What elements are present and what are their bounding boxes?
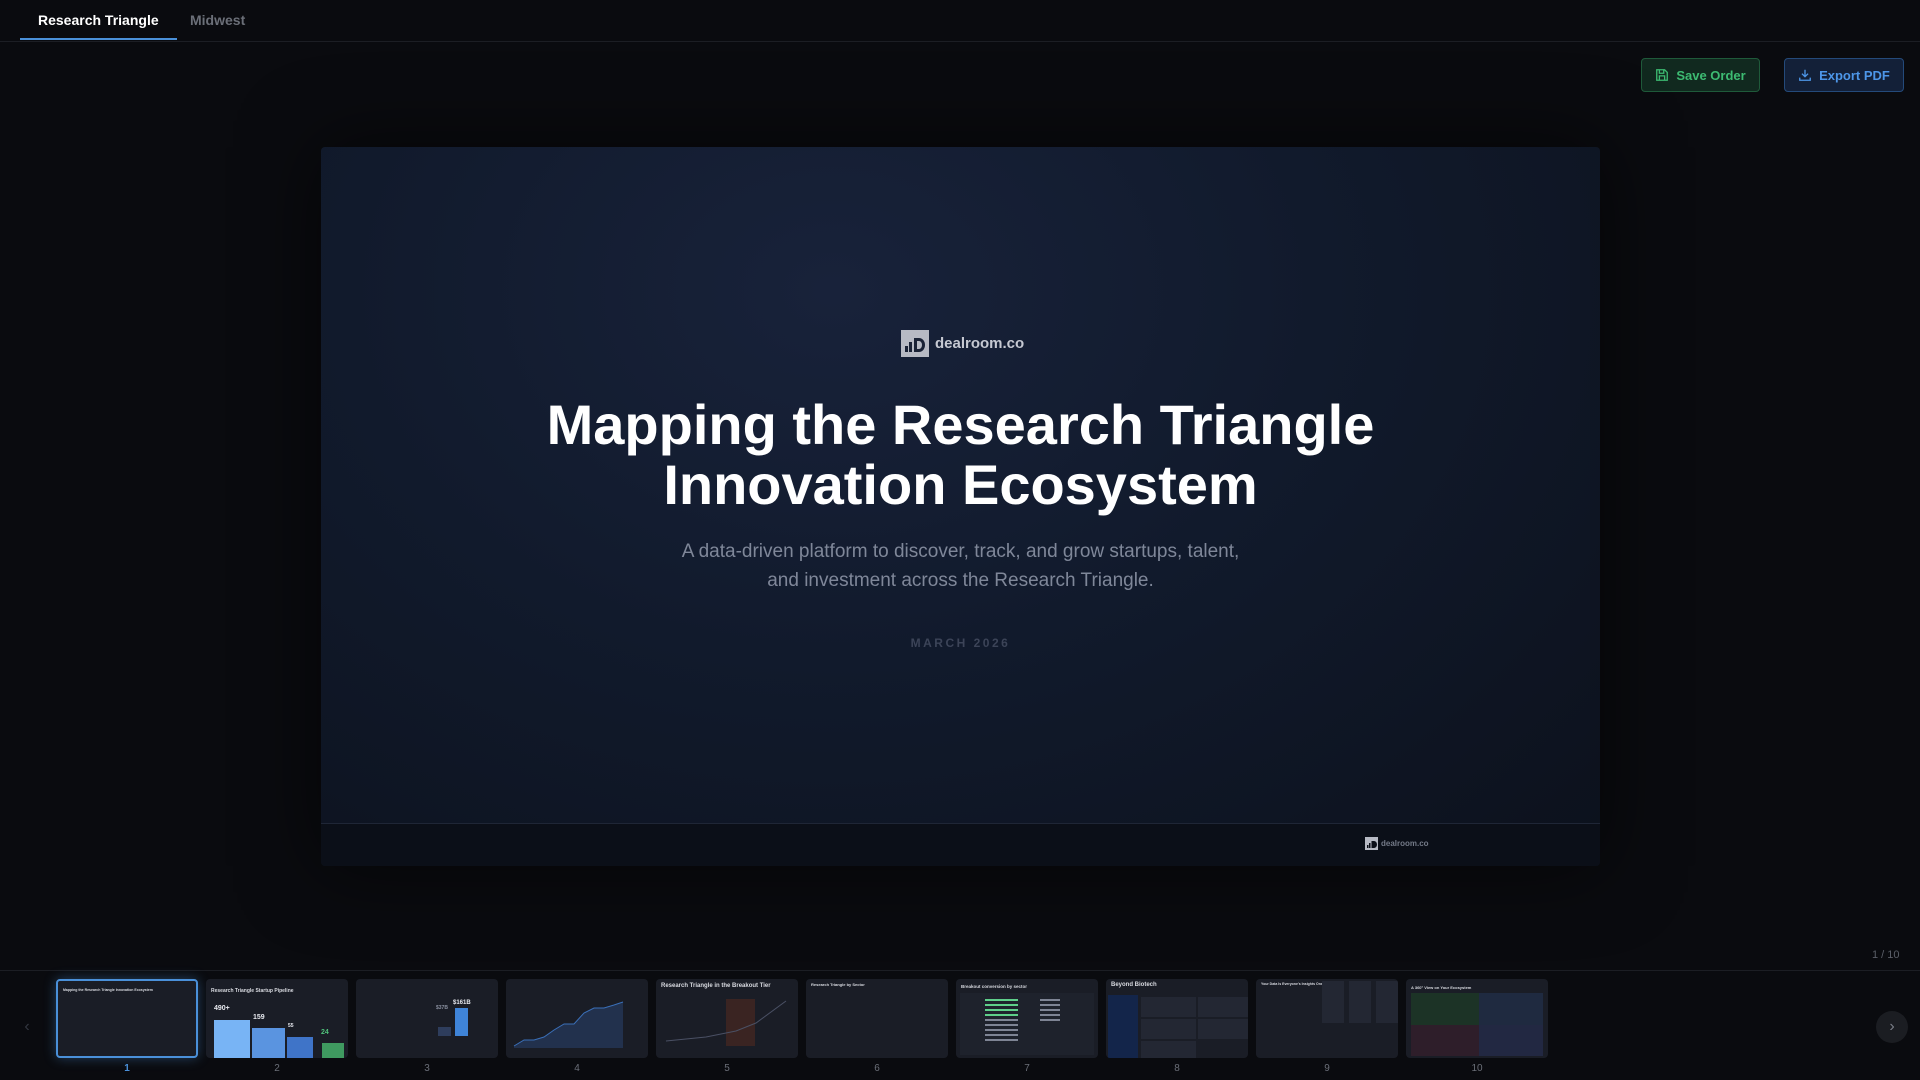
export-pdf-button[interactable]: Export PDF <box>1784 58 1904 92</box>
bar <box>322 1043 344 1058</box>
thumbnail-1[interactable]: Mapping the Research Triangle Innovation… <box>56 979 198 1058</box>
thumbnail-5[interactable]: Research Triangle in the Breakout Tier <box>656 979 798 1058</box>
thumbnail-number: 10 <box>1471 1063 1483 1074</box>
quadrant <box>1411 993 1479 1025</box>
card-grid <box>1141 997 1196 1017</box>
thumbnail-number: 3 <box>424 1063 430 1074</box>
slide-footer: dealroom.co <box>321 823 1600 866</box>
thumbnail-number: 9 <box>1324 1063 1330 1074</box>
slide-preview: dealroom.co Mapping the Research Triangl… <box>321 147 1600 866</box>
tab-bar: Research Triangle Midwest <box>0 0 1920 42</box>
floppy-disk-icon <box>1656 69 1669 81</box>
slide-date: MARCH 2026 <box>910 636 1011 650</box>
thumbnail-10[interactable]: A 360° View on Your Ecosystem <box>1406 979 1548 1058</box>
bar <box>214 1020 250 1058</box>
quadrant <box>1479 993 1543 1025</box>
column-panels <box>1322 981 1344 1023</box>
thumbnail-9[interactable]: Your Data Is Everyone's Insights One <box>1256 979 1398 1058</box>
thumbnail-7[interactable]: Breakout conversion by sector <box>956 979 1098 1058</box>
bar <box>438 1027 451 1036</box>
bar <box>287 1037 313 1058</box>
download-icon <box>1799 69 1811 81</box>
tab-research-triangle[interactable]: Research Triangle <box>20 0 177 40</box>
sidebar-panel <box>1108 995 1138 1058</box>
slide-title: Mapping the Research Triangle Innovation… <box>546 393 1375 516</box>
save-order-button[interactable]: Save Order <box>1641 58 1760 92</box>
quadrant <box>1479 1025 1543 1056</box>
next-slide-button[interactable]: › <box>1876 1011 1908 1043</box>
bar <box>252 1028 285 1058</box>
prev-slide-button[interactable]: ‹ <box>11 1011 43 1043</box>
tab-midwest[interactable]: Midwest <box>172 0 263 40</box>
chevron-right-icon: › <box>1889 1018 1895 1035</box>
line-chart-thumbnail <box>665 1000 787 1042</box>
slide-subtitle: A data-driven platform to discover, trac… <box>681 541 1240 591</box>
thumbnail-number: 7 <box>1024 1063 1030 1074</box>
thumbnail-2[interactable]: Research Triangle Startup Pipeline 490+ … <box>206 979 348 1058</box>
thumbnail-number: 1 <box>124 1063 130 1074</box>
export-pdf-label: Export PDF <box>1819 67 1890 83</box>
chevron-left-icon: ‹ <box>24 1018 30 1035</box>
area-chart-thumbnail <box>513 1001 624 1048</box>
footer-logo: dealroom.co <box>1365 837 1429 850</box>
thumbnail-number: 5 <box>724 1063 730 1074</box>
thumbnail-number: 6 <box>874 1063 880 1074</box>
page-counter: 1 / 10 <box>1872 949 1900 961</box>
thumbnail-number: 2 <box>274 1063 280 1074</box>
thumbnail-3[interactable]: $37B $161B <box>356 979 498 1058</box>
save-order-label: Save Order <box>1676 67 1746 83</box>
thumbnail-number: 4 <box>574 1063 580 1074</box>
filmstrip: ‹ › Mapping the Research Triangle Innova… <box>0 970 1920 1080</box>
bar <box>455 1008 468 1036</box>
table-thumbnail <box>960 993 1094 1055</box>
thumbnail-number: 8 <box>1174 1063 1180 1074</box>
dealroom-logo: dealroom.co <box>901 330 1024 357</box>
thumbnail-6[interactable]: Research Triangle by Sector <box>806 979 948 1058</box>
quadrant <box>1411 1025 1479 1056</box>
thumbnail-4[interactable] <box>506 979 648 1058</box>
thumbnail-8[interactable]: Beyond Biotech <box>1106 979 1248 1058</box>
